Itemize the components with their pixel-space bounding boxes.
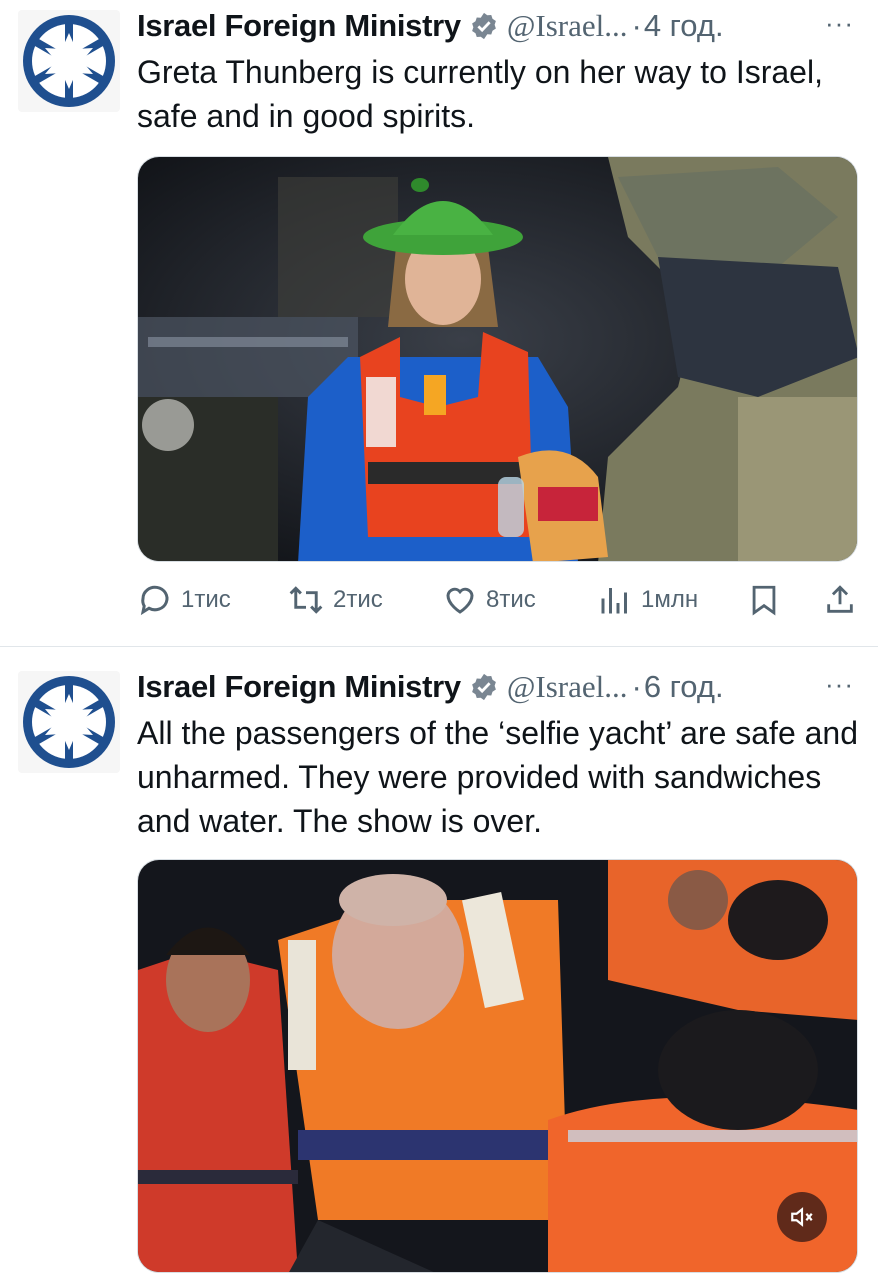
tweet-header: Israel Foreign Ministry @Israel... · 6 г… [137,667,868,707]
author-name[interactable]: Israel Foreign Ministry [137,8,461,44]
share-icon [827,585,853,613]
video-frame-passengers [138,860,857,1272]
separator-dot: · [631,669,642,704]
views-count: 1млн [641,586,699,613]
share-button[interactable] [823,582,865,618]
bookmark-icon [752,585,776,616]
repost-count: 2тис [333,586,383,613]
like-count: 8тис [486,586,536,613]
repost-button[interactable]: 2тис [287,582,383,618]
avatar[interactable] [18,671,120,773]
separator-dot: · [631,8,642,43]
tweet-text: Greta Thunberg is currently on her way t… [137,54,823,134]
mute-icon [791,1207,813,1227]
verified-badge-icon [471,673,496,701]
mute-button[interactable] [777,1192,827,1242]
reply-button[interactable]: 1тис [137,582,231,618]
bookmark-button[interactable] [747,582,789,618]
tweet-photo[interactable] [137,156,858,562]
views-icon [601,588,627,614]
repost-icon [289,586,323,614]
timestamp[interactable]: 6 год. [644,669,724,705]
tweet-actions: 1тис 2тис 8тис 1млн [137,578,860,622]
timestamp[interactable]: 4 год. [644,8,724,44]
author-name[interactable]: Israel Foreign Ministry [137,669,461,705]
more-options-icon[interactable]: ··· [825,669,854,700]
views-button[interactable]: 1млн [597,582,698,618]
like-button[interactable]: 8тис [442,582,536,618]
tweet-text: All the passengers of the ‘selfie yacht’… [137,715,859,839]
author-handle[interactable]: @Israel... [507,669,628,705]
tweet-video[interactable] [137,859,858,1273]
ministry-logo-icon [23,676,115,768]
reply-icon [140,585,169,616]
reply-count: 1тис [181,586,231,613]
more-options-icon[interactable]: ··· [825,8,854,39]
tweet-2[interactable]: Israel Foreign Ministry @Israel... · 6 г… [0,646,878,1280]
photo-greta-life-jacket [138,157,857,561]
tweet-1[interactable]: Israel Foreign Ministry @Israel... · 4 г… [0,0,878,646]
avatar[interactable] [18,10,120,112]
tweet-header: Israel Foreign Ministry @Israel... · 4 г… [137,6,868,46]
like-icon [446,587,474,614]
verified-badge-icon [471,12,496,40]
ministry-logo-icon [23,15,115,107]
author-handle[interactable]: @Israel... [507,8,628,44]
